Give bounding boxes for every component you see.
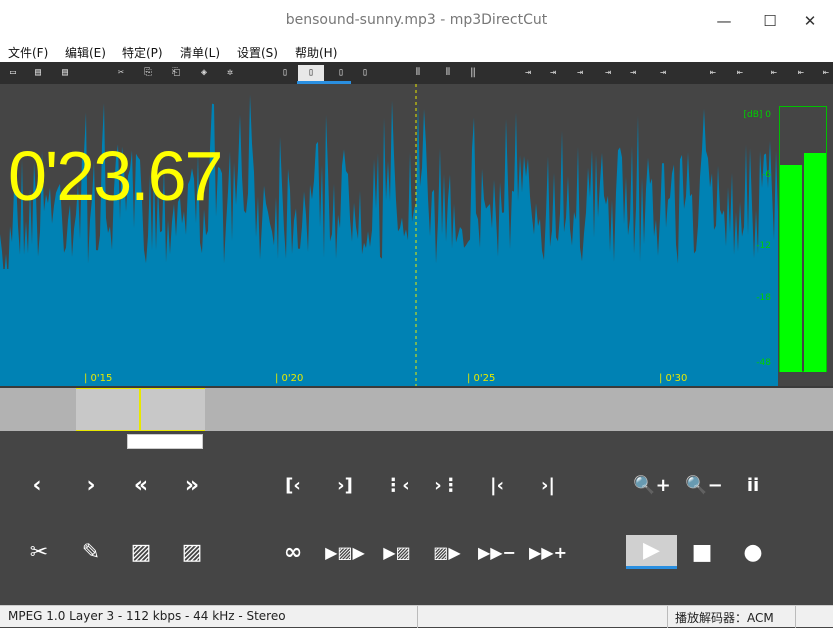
status-separator [667, 606, 668, 628]
markers-c-icon[interactable]: ‖ [465, 65, 481, 81]
meter-bar-left [780, 165, 802, 372]
prev-frame-button[interactable]: ‹ [17, 465, 57, 505]
jump-b-icon[interactable]: ⇥ [545, 65, 561, 81]
info-button[interactable]: ii [733, 465, 773, 505]
menu-list[interactable]: 清单(L) [180, 44, 220, 61]
mark-a-button[interactable]: ▨ [121, 532, 161, 572]
goto-start-button[interactable]: |‹ [477, 465, 517, 505]
next-frame-button[interactable]: › [71, 465, 111, 505]
jump-a-icon[interactable]: ⇥ [520, 65, 536, 81]
waveform-display[interactable]: 0'23.67 | 0'15 | 0'20 | 0'25 | 0'30 [dB]… [0, 84, 833, 386]
time-tick: | 0'15 [84, 373, 113, 384]
markers-b-icon[interactable]: ⦀ [440, 65, 456, 81]
zoom-out-button[interactable]: 🔍− [684, 465, 724, 505]
page-active-icon[interactable]: ▯ [298, 65, 324, 81]
db-label: [dB] 0 [743, 110, 772, 120]
paste-icon[interactable]: ⎗ [168, 65, 184, 81]
db-tick: -6 [762, 170, 771, 180]
menu-settings[interactable]: 设置(S) [237, 44, 278, 61]
overview-cursor [139, 388, 141, 431]
minimize-button[interactable]: — [701, 6, 747, 36]
waveform-body [0, 269, 778, 386]
decoder-info: 播放解码器：ACM [675, 611, 774, 625]
open-icon[interactable]: ▭ [5, 65, 21, 81]
sel-a-icon[interactable]: ⇤ [705, 65, 721, 81]
sel-e-icon[interactable]: ⇤ [818, 65, 833, 81]
jump-c-icon[interactable]: ⇥ [572, 65, 588, 81]
format-info: MPEG 1.0 Layer 3 - 112 kbps - 44 kHz - S… [8, 609, 286, 623]
menu-bar: 文件(F) 编辑(E) 特定(P) 清单(L) 设置(S) 帮助(H) [0, 42, 833, 62]
meter-bar-right [804, 152, 826, 372]
sel-end-fwd-button[interactable]: ›] [325, 465, 365, 505]
rewind-button[interactable]: « [121, 465, 161, 505]
sel-start-back-button[interactable]: [‹ [273, 465, 313, 505]
record-button[interactable]: ● [733, 532, 773, 572]
time-display: 0'23.67 [8, 137, 223, 215]
overview-bar[interactable] [0, 386, 833, 431]
fast-forward-button[interactable]: » [172, 465, 212, 505]
close-button[interactable]: ✕ [787, 6, 833, 36]
cue-next-button[interactable]: ›⋮ [427, 465, 467, 505]
jump-f-icon[interactable]: ⇥ [655, 65, 671, 81]
menu-special[interactable]: 特定(P) [122, 44, 163, 61]
db-tick: -12 [756, 241, 771, 251]
waveform [0, 84, 778, 386]
mark-b-button[interactable]: ▨ [172, 532, 212, 572]
sel-b-icon[interactable]: ⇤ [732, 65, 748, 81]
play-minus-button[interactable]: ▶▶− [477, 532, 517, 572]
markers-a-icon[interactable]: ⦀ [410, 65, 426, 81]
save-as-icon[interactable]: ▤ [57, 65, 73, 81]
normalize-icon[interactable]: ◈ [196, 65, 212, 81]
play-icon: ▶ [643, 538, 660, 563]
jump-d-icon[interactable]: ⇥ [600, 65, 616, 81]
page-list-icon[interactable]: ▯ [357, 65, 373, 81]
play-sel-button[interactable]: ▶▨▶ [325, 532, 365, 572]
play-plus-button[interactable]: ▶▶+ [528, 532, 568, 572]
edit-button[interactable]: ✎ [71, 532, 111, 572]
db-tick: -18 [756, 293, 771, 303]
page-icon[interactable]: ▯ [277, 65, 293, 81]
level-meter: [dB] 0 -6 -12 -18 -48 [733, 84, 833, 386]
sel-d-icon[interactable]: ⇤ [793, 65, 809, 81]
status-bar: MPEG 1.0 Layer 3 - 112 kbps - 44 kHz - S… [0, 605, 833, 628]
status-separator [795, 606, 796, 628]
cue-prev-button[interactable]: ⋮‹ [377, 465, 417, 505]
settings-icon[interactable]: ✲ [222, 65, 238, 81]
jump-e-icon[interactable]: ⇥ [625, 65, 641, 81]
goto-end-button[interactable]: ›| [528, 465, 568, 505]
status-separator [417, 606, 418, 628]
sel-c-icon[interactable]: ⇤ [766, 65, 782, 81]
cut-button[interactable]: ✂ [19, 532, 59, 572]
copy-icon[interactable]: ⎘ [140, 65, 156, 81]
time-tick: | 0'25 [467, 373, 496, 384]
menu-help[interactable]: 帮助(H) [295, 44, 337, 61]
play-to-end-button[interactable]: ▶▨ [377, 532, 417, 572]
time-tick: | 0'20 [275, 373, 304, 384]
loop-button[interactable]: ∞ [273, 532, 313, 572]
scroll-thumb[interactable] [127, 434, 203, 449]
toolbar: ▭ ▤ ▤ ✂ ⎘ ⎗ ◈ ✲ ▯ ▯ ▯ ▯ ⦀ ⦀ ‖ ⇥ ⇥ ⇥ ⇥ ⇥ ⇥ ⇤ ⇤ ⇤ ⇤ ⇤ [0, 62, 833, 84]
title-bar: bensound-sunny.mp3 - mp3DirectCut — ☐ ✕ [0, 0, 833, 42]
menu-file[interactable]: 文件(F) [8, 44, 48, 61]
menu-edit[interactable]: 编辑(E) [65, 44, 106, 61]
stop-button[interactable]: ■ [682, 532, 722, 572]
save-icon[interactable]: ▤ [30, 65, 46, 81]
zoom-in-button[interactable]: 🔍+ [632, 465, 672, 505]
time-tick: | 0'30 [659, 373, 688, 384]
page-alt-icon[interactable]: ▯ [333, 65, 349, 81]
play-from-button[interactable]: ▨▶ [427, 532, 467, 572]
play-button[interactable]: ▶ [626, 535, 677, 569]
cut-icon[interactable]: ✂ [113, 65, 129, 81]
db-tick: -48 [756, 358, 771, 368]
